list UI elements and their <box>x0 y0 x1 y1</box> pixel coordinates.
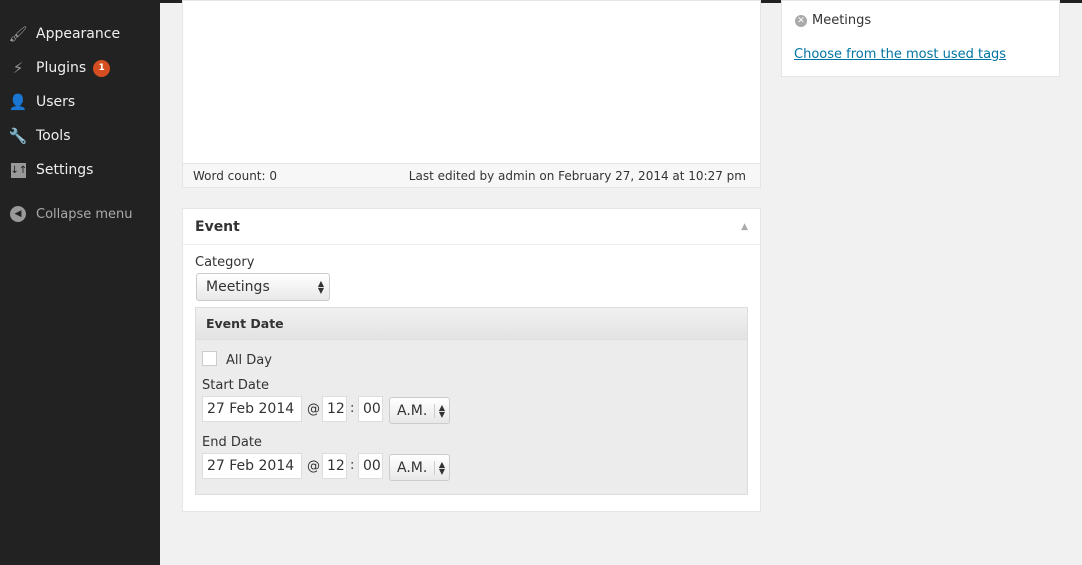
sidebar-item-label: Tools <box>36 128 71 144</box>
start-date-label: Start Date <box>202 378 269 393</box>
tag-label: Meetings <box>812 13 872 28</box>
event-date-header: Event Date <box>196 308 747 340</box>
select-arrows-icon: ▲ ▼ <box>317 279 324 295</box>
plug-icon: ⚡ <box>12 59 24 77</box>
end-date-input[interactable]: 27 Feb 2014 <box>202 453 302 479</box>
sidebar-item-users[interactable]: 👤 Users <box>0 85 160 119</box>
collapse-menu-button[interactable]: ◀ Collapse menu <box>0 197 160 231</box>
tags-box: ✕ Meetings Choose from the most used tag… <box>781 0 1060 77</box>
time-separator: : <box>350 458 355 473</box>
start-hour-input[interactable]: 12 <box>322 396 347 422</box>
category-select[interactable]: Meetings ▲ ▼ <box>196 273 330 301</box>
collapse-arrow-icon: ◀ <box>9 205 27 223</box>
paintbrush-icon: 🖌 <box>8 25 28 43</box>
start-ampm-select[interactable]: A.M. ▲ ▼ <box>389 397 450 424</box>
post-editor[interactable]: Word count: 0 Last edited by admin on Fe… <box>182 0 761 188</box>
start-minute-input[interactable]: 00 <box>358 396 383 422</box>
select-arrows-icon: ▲ ▼ <box>433 460 445 475</box>
sidebar-item-label: Users <box>36 94 76 110</box>
settings-sliders-icon: ↓↑ <box>10 162 28 178</box>
start-date-input[interactable]: 27 Feb 2014 <box>202 396 302 422</box>
at-symbol: @ <box>307 459 320 474</box>
event-metabox-header[interactable]: Event ▲ <box>183 209 760 245</box>
tag-item: ✕ Meetings <box>795 13 871 28</box>
sidebar-item-settings[interactable]: ↓↑ Settings <box>0 153 160 187</box>
end-hour-input[interactable]: 12 <box>322 453 347 479</box>
all-day-label: All Day <box>226 353 272 368</box>
at-symbol: @ <box>307 402 320 417</box>
metabox-title: Event <box>195 218 240 235</box>
time-separator: : <box>350 401 355 416</box>
sidebar-item-label: Settings <box>36 162 94 178</box>
sidebar-item-plugins[interactable]: ⚡ Plugins 1 <box>0 51 160 85</box>
category-label: Category <box>195 255 255 270</box>
sidebar-item-appearance[interactable]: 🖌 Appearance <box>0 17 160 51</box>
select-arrows-icon: ▲ ▼ <box>433 403 445 418</box>
editor-status-bar: Word count: 0 Last edited by admin on Fe… <box>183 163 760 187</box>
wrench-icon: 🔧 <box>8 127 28 145</box>
last-edited: Last edited by admin on February 27, 201… <box>408 168 746 183</box>
end-ampm-select[interactable]: A.M. ▲ ▼ <box>389 454 450 481</box>
word-count: Word count: 0 <box>193 168 278 183</box>
category-value: Meetings <box>206 279 270 295</box>
collapse-label: Collapse menu <box>36 206 133 222</box>
all-day-checkbox[interactable] <box>202 351 217 366</box>
end-date-label: End Date <box>202 435 262 450</box>
ampm-value: A.M. <box>397 402 428 419</box>
end-minute-input[interactable]: 00 <box>358 453 383 479</box>
update-badge: 1 <box>93 59 111 77</box>
admin-sidebar: 🖌 Appearance ⚡ Plugins 1 👤 Users 🔧 Tools ↓↑ Se… <box>0 0 160 565</box>
sidebar-item-label: Plugins <box>36 60 87 76</box>
user-icon: 👤 <box>8 93 28 111</box>
event-date-panel: Event Date All Day Start Date 27 Feb 201… <box>195 307 748 495</box>
ampm-value: A.M. <box>397 459 428 476</box>
collapse-toggle-icon[interactable]: ▲ <box>741 222 748 232</box>
sidebar-item-label: Appearance <box>36 26 121 42</box>
remove-tag-icon[interactable]: ✕ <box>795 14 807 27</box>
most-used-tags-link[interactable]: Choose from the most used tags <box>794 47 1006 62</box>
event-metabox: Event ▲ Category Meetings ▲ ▼ Event Date Al… <box>182 208 761 512</box>
sidebar-item-tools[interactable]: 🔧 Tools <box>0 119 160 153</box>
